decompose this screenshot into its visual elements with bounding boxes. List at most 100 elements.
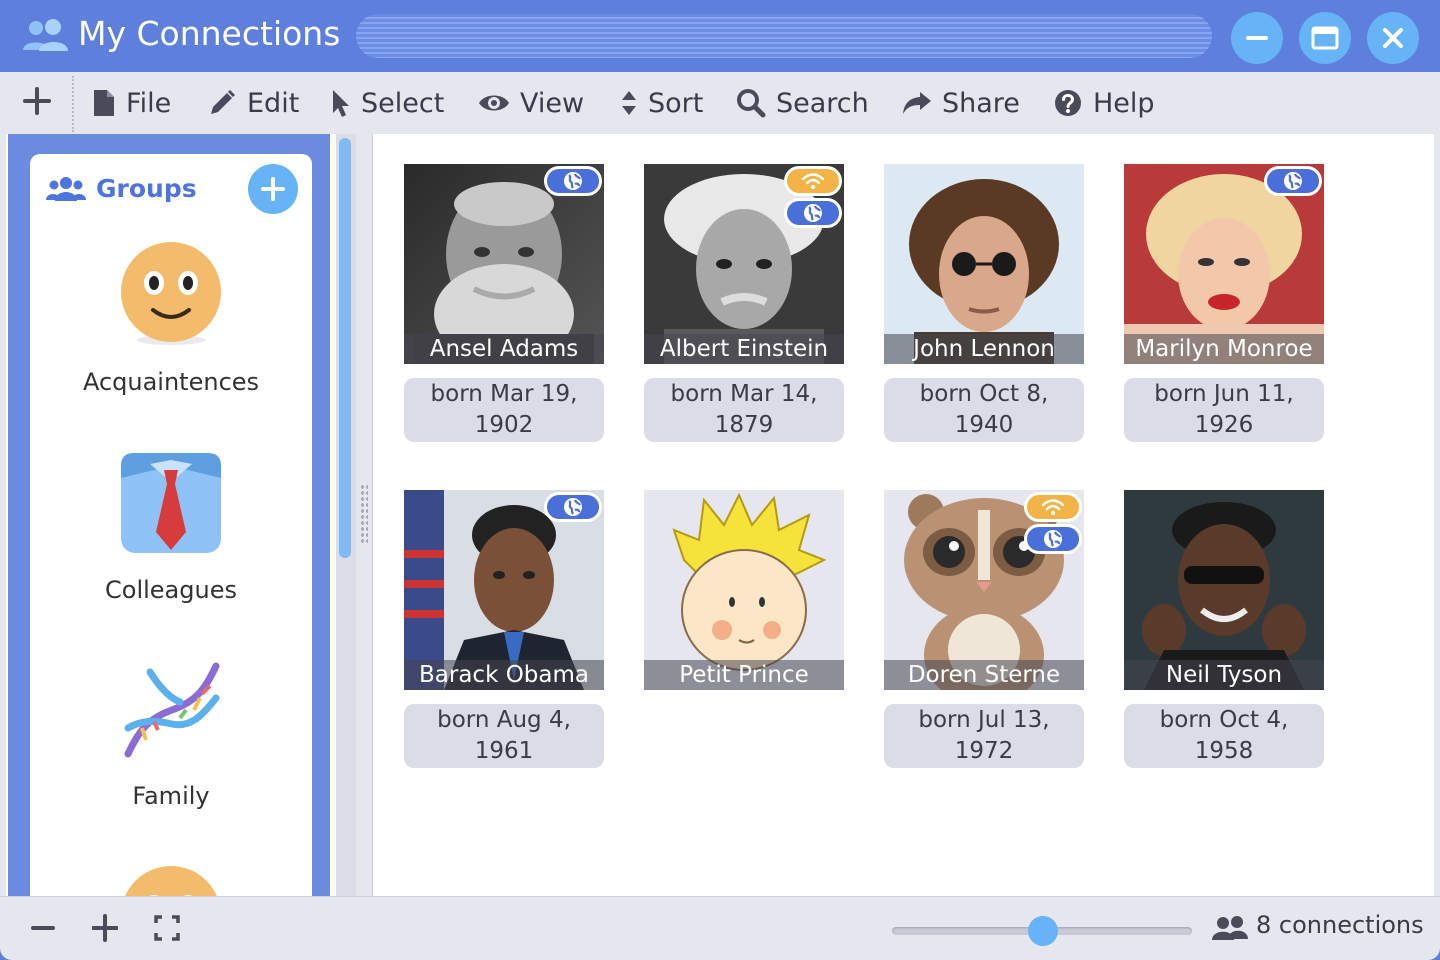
- connection-card[interactable]: Petit Prince: [644, 490, 844, 690]
- search-icon: [737, 89, 766, 118]
- born-date-line2: 1961: [474, 738, 534, 764]
- app-window: My Connections File Edit Select View Sor…: [0, 0, 1440, 960]
- menu-file[interactable]: File: [92, 72, 171, 134]
- menu-share[interactable]: Share: [902, 72, 1020, 134]
- maximize-icon: [1311, 26, 1339, 50]
- born-date-line1: born Jun 11,: [1154, 381, 1294, 407]
- sidebar-scrollbar-thumb[interactable]: [339, 138, 351, 558]
- zoom-out-button[interactable]: [30, 913, 56, 948]
- close-button[interactable]: [1367, 12, 1419, 64]
- plus-icon: [261, 177, 285, 201]
- contact-name: Doren Sterne: [884, 660, 1084, 690]
- connection-card[interactable]: Barack Obama born Aug 4, 1961: [404, 490, 604, 770]
- born-date-line2: 1958: [1194, 738, 1254, 764]
- menu-edit[interactable]: Edit: [207, 72, 299, 134]
- born-date: born Mar 19, 1902: [404, 378, 604, 442]
- contact-photo: John Lennon: [884, 164, 1084, 364]
- born-date-line2: 1940: [954, 412, 1014, 438]
- add-group-button[interactable]: [248, 164, 298, 214]
- people-icon: [22, 18, 70, 54]
- window-title: My Connections: [78, 14, 341, 53]
- sort-icon: [622, 91, 636, 115]
- sidebar-scrollbar[interactable]: [336, 134, 356, 896]
- wifi-badge: [784, 166, 842, 196]
- menu-sort-label: Sort: [648, 87, 704, 119]
- born-date: born Oct 8, 1940: [884, 378, 1084, 442]
- group-item-colleagues[interactable]: Colleagues: [30, 452, 312, 612]
- connections-count: 8 connections: [1256, 911, 1424, 939]
- web-badge: [784, 198, 842, 228]
- born-date: born Oct 4, 1958: [1124, 704, 1324, 768]
- contact-photo: Neil Tyson: [1124, 490, 1324, 690]
- add-connection-button[interactable]: [22, 86, 52, 116]
- globe-icon: [1044, 530, 1062, 548]
- splitter-handle[interactable]: [360, 484, 368, 544]
- zoom-in-button[interactable]: [91, 913, 119, 948]
- globe-icon: [804, 204, 822, 222]
- wifi-icon: [801, 173, 825, 190]
- status-bar: 8 connections: [0, 896, 1440, 960]
- menu-sort[interactable]: Sort: [620, 72, 703, 134]
- globe-icon: [1284, 172, 1302, 190]
- minimize-icon: [1246, 36, 1268, 40]
- contact-name: Ansel Adams: [404, 334, 604, 364]
- zoom-slider-thumb[interactable]: [1028, 916, 1058, 946]
- sidebar: Groups Acquaintences Colleagues Family: [8, 134, 330, 916]
- menu-share-label: Share: [942, 87, 1020, 119]
- maximize-button[interactable]: [1299, 12, 1351, 64]
- plus-icon: [23, 87, 51, 115]
- web-badge: [544, 492, 602, 522]
- connection-card[interactable]: Ansel Adams born Mar 19, 1902: [404, 164, 604, 444]
- groups-title: Groups: [96, 174, 197, 203]
- connections-grid: Ansel Adams born Mar 19, 1902 Albert Ein…: [372, 134, 1434, 896]
- menu-select[interactable]: Select: [331, 72, 444, 134]
- born-date-line2: 1972: [954, 738, 1014, 764]
- contact-name: Albert Einstein: [644, 334, 844, 364]
- menu-help[interactable]: Help: [1053, 72, 1155, 134]
- close-icon: [1383, 28, 1403, 48]
- connection-card[interactable]: John Lennon born Oct 8, 1940: [884, 164, 1084, 444]
- groups-panel: Groups Acquaintences Colleagues Family: [30, 154, 312, 916]
- dna-icon: [124, 662, 220, 758]
- title-bar[interactable]: My Connections: [0, 0, 1440, 72]
- born-date: born Jul 13, 1972: [884, 704, 1084, 768]
- group-people-icon: [46, 176, 86, 207]
- born-date-line2: 1879: [714, 412, 774, 438]
- group-label: Family: [132, 782, 210, 810]
- born-date-line1: born Aug 4,: [437, 707, 571, 733]
- connection-card[interactable]: Doren Sterne born Jul 13, 1972: [884, 490, 1084, 770]
- menu-view[interactable]: View: [478, 72, 584, 134]
- web-badge: [1264, 166, 1322, 196]
- born-date: born Aug 4, 1961: [404, 704, 604, 768]
- connection-card[interactable]: Albert Einstein born Mar 14, 1879: [644, 164, 844, 444]
- plus-icon: [91, 914, 119, 942]
- wifi-badge: [1024, 492, 1082, 522]
- group-label: Acquaintences: [82, 368, 260, 396]
- born-date: born Mar 14, 1879: [644, 378, 844, 442]
- minimize-button[interactable]: [1231, 12, 1283, 64]
- title-drag-area[interactable]: [356, 14, 1212, 58]
- contact-photo: Petit Prince: [644, 490, 844, 690]
- eye-icon: [479, 95, 509, 111]
- menu-search[interactable]: Search: [736, 72, 869, 134]
- born-date-line1: born Oct 4,: [1159, 707, 1289, 733]
- menu-edit-label: Edit: [247, 87, 300, 119]
- help-icon: [1055, 90, 1081, 116]
- people-icon: [1212, 915, 1248, 946]
- born-date-line1: born Jul 13,: [918, 707, 1050, 733]
- connection-card[interactable]: Marilyn Monroe born Jun 11, 1926: [1124, 164, 1324, 444]
- contact-name: Marilyn Monroe: [1124, 334, 1324, 364]
- group-label: Colleagues: [105, 576, 237, 604]
- sidebar-container: Groups Acquaintences Colleagues Family: [6, 134, 356, 916]
- menu-select-label: Select: [361, 87, 445, 119]
- web-badge: [1024, 524, 1082, 554]
- connection-card[interactable]: Neil Tyson born Oct 4, 1958: [1124, 490, 1324, 770]
- toolbar-separator: [72, 76, 74, 132]
- group-item-family[interactable]: Family: [30, 658, 312, 818]
- shirt-tie-icon: [121, 453, 221, 553]
- group-item-acquaintences[interactable]: Acquaintences: [30, 242, 312, 402]
- wifi-icon: [1041, 499, 1065, 516]
- fit-screen-button[interactable]: [154, 913, 180, 948]
- globe-icon: [564, 172, 582, 190]
- smiley-icon: [121, 242, 221, 345]
